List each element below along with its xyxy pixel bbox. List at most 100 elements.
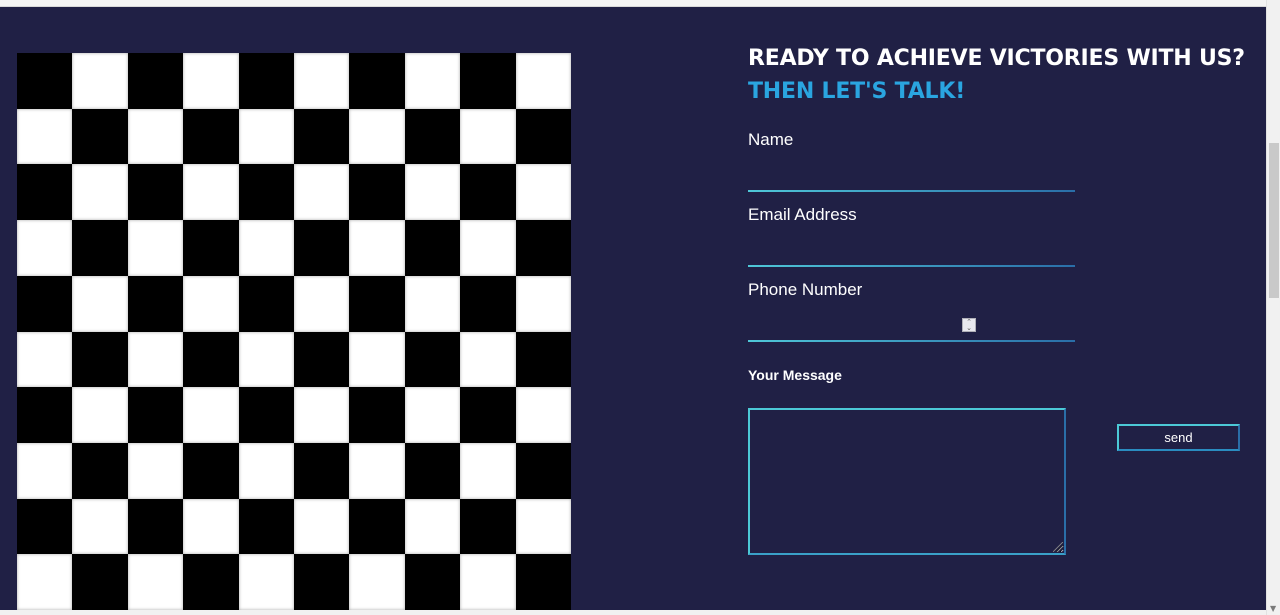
board-square — [404, 108, 461, 165]
board-square — [238, 275, 294, 332]
contact-subheading: THEN LET'S TALK! — [748, 79, 966, 104]
board-square — [72, 220, 128, 276]
scroll-down-arrow-icon[interactable]: ▼ — [1270, 604, 1276, 614]
board-square — [183, 387, 239, 443]
board-square — [17, 387, 73, 443]
board-square — [349, 554, 405, 610]
email-input[interactable] — [748, 239, 1075, 267]
board-square — [17, 275, 73, 332]
scrollbar-thumb[interactable] — [1269, 143, 1279, 298]
number-spinner-icon[interactable]: ⌃ ⌄ — [962, 318, 976, 332]
vertical-scrollbar[interactable]: ▼ — [1266, 0, 1280, 615]
board-square — [17, 554, 73, 610]
board-square — [238, 331, 294, 388]
board-square — [460, 220, 516, 276]
board-square — [294, 164, 350, 221]
checkerboard-image — [17, 53, 571, 610]
board-square — [515, 275, 571, 332]
board-square — [72, 554, 128, 610]
board-square — [183, 442, 239, 499]
board-square — [460, 498, 516, 555]
board-square — [404, 331, 461, 388]
board-square — [72, 442, 128, 499]
board-square — [404, 387, 461, 443]
board-square — [349, 220, 405, 276]
board-square — [72, 164, 128, 221]
board-square — [238, 53, 294, 109]
board-square — [294, 331, 350, 388]
board-square — [127, 498, 184, 555]
board-square — [349, 498, 405, 555]
board-square — [349, 53, 405, 109]
board-square — [349, 331, 405, 388]
message-textarea[interactable] — [748, 408, 1066, 555]
board-square — [515, 331, 571, 388]
board-square — [294, 220, 350, 276]
contact-heading: READY TO ACHIEVE VICTORIES WITH US? — [748, 46, 1245, 71]
phone-input[interactable] — [748, 314, 1075, 342]
board-square — [515, 442, 571, 499]
horizontal-scroll-track — [0, 610, 1266, 615]
name-label: Name — [748, 130, 794, 149]
board-square — [72, 275, 128, 332]
board-square — [349, 387, 405, 443]
board-square — [515, 108, 571, 165]
board-square — [238, 108, 294, 165]
board-square — [294, 53, 350, 109]
board-square — [515, 220, 571, 276]
board-square — [17, 220, 73, 276]
browser-top-strip — [0, 0, 1266, 7]
board-square — [460, 554, 516, 610]
phone-label: Phone Number — [748, 280, 863, 299]
resize-grip-icon[interactable] — [1053, 542, 1063, 552]
board-square — [460, 164, 516, 221]
board-square — [460, 442, 516, 499]
board-square — [238, 442, 294, 499]
board-square — [294, 108, 350, 165]
board-square — [238, 554, 294, 610]
board-square — [127, 275, 184, 332]
board-square — [17, 331, 73, 388]
board-square — [349, 164, 405, 221]
message-label: Your Message — [748, 367, 842, 383]
board-square — [460, 387, 516, 443]
board-square — [72, 331, 128, 388]
board-square — [404, 53, 461, 109]
name-underline — [748, 190, 1075, 192]
board-square — [515, 164, 571, 221]
board-square — [294, 554, 350, 610]
board-square — [183, 331, 239, 388]
name-input[interactable] — [748, 164, 1075, 192]
board-square — [515, 498, 571, 555]
board-square — [404, 442, 461, 499]
board-square — [404, 498, 461, 555]
board-square — [127, 108, 184, 165]
board-square — [349, 275, 405, 332]
board-square — [404, 164, 461, 221]
board-square — [183, 554, 239, 610]
board-square — [72, 108, 128, 165]
board-square — [349, 108, 405, 165]
board-square — [515, 554, 571, 610]
board-square — [404, 275, 461, 332]
board-square — [72, 53, 128, 109]
board-square — [183, 498, 239, 555]
board-square — [127, 220, 184, 276]
board-square — [238, 498, 294, 555]
board-square — [127, 387, 184, 443]
board-square — [127, 554, 184, 610]
phone-underline — [748, 340, 1075, 342]
board-square — [183, 275, 239, 332]
email-label: Email Address — [748, 205, 857, 224]
send-button[interactable]: send — [1117, 424, 1240, 451]
board-square — [127, 53, 184, 109]
board-square — [460, 275, 516, 332]
board-square — [183, 164, 239, 221]
contact-section: READY TO ACHIEVE VICTORIES WITH US? THEN… — [0, 7, 1266, 610]
board-square — [294, 498, 350, 555]
board-square — [460, 331, 516, 388]
board-square — [515, 53, 571, 109]
board-square — [460, 108, 516, 165]
board-square — [238, 220, 294, 276]
board-square — [183, 220, 239, 276]
